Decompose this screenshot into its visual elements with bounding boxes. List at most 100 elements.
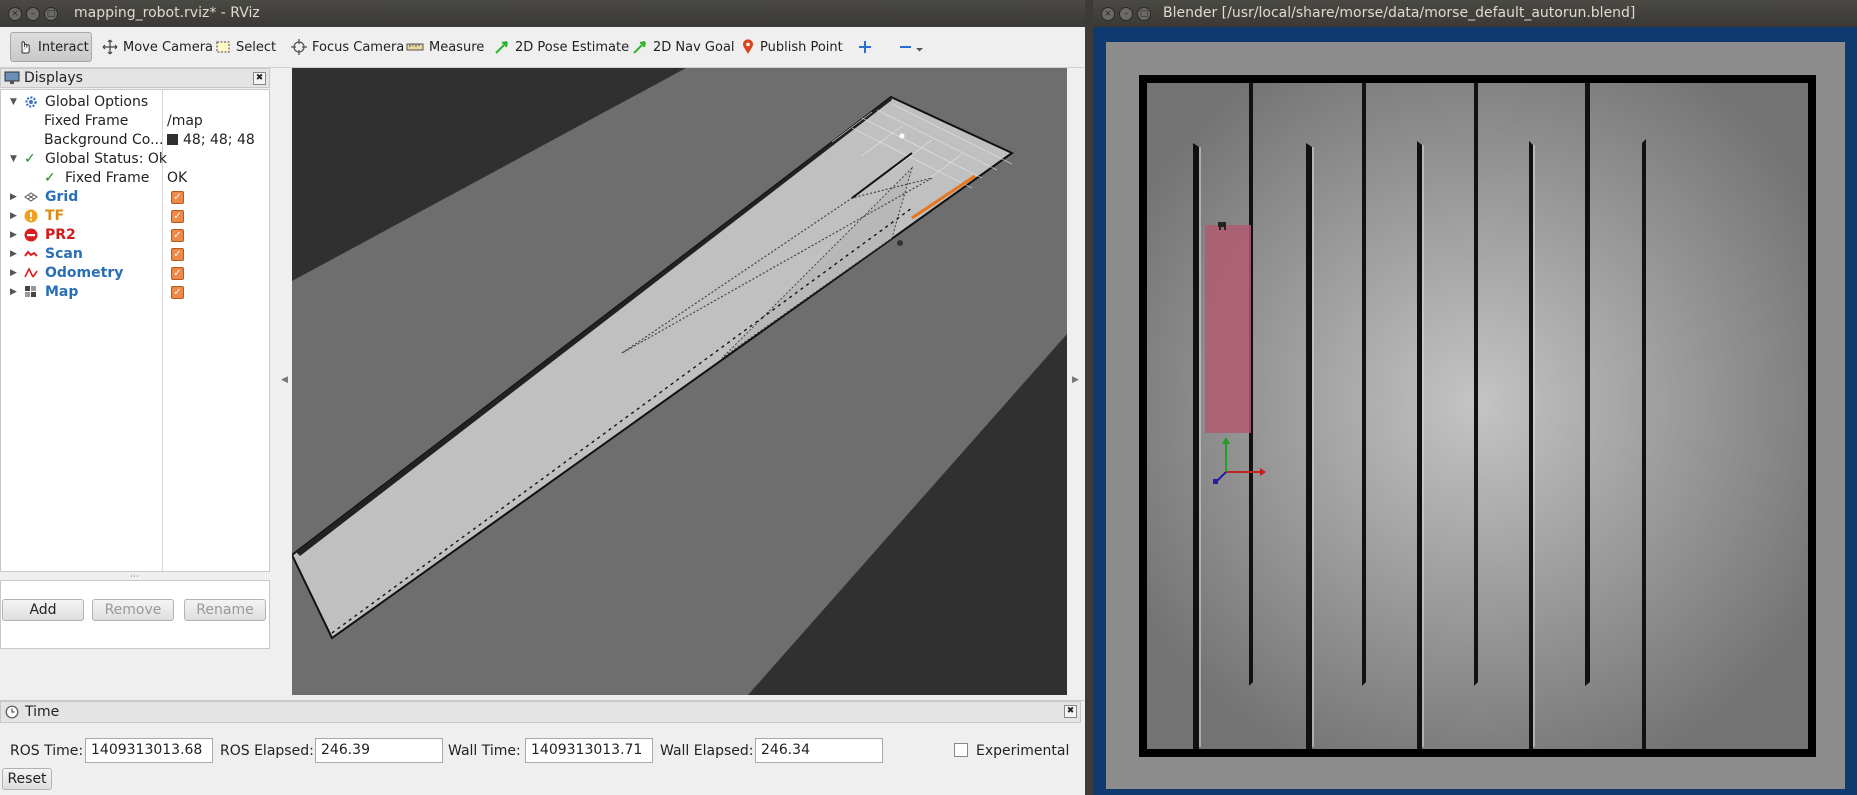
- panel-close-icon[interactable]: ✖: [253, 72, 266, 85]
- blender-window: × – □ Blender [/usr/local/share/morse/da…: [1093, 0, 1857, 795]
- expand-arrow-icon[interactable]: ▼: [10, 150, 17, 169]
- selection-box-icon: [216, 41, 230, 53]
- crosshair-icon: [291, 39, 307, 55]
- display-label-map: Map: [45, 284, 79, 300]
- tree-row-global-options[interactable]: ▼ Global Options: [1, 93, 269, 112]
- fixed-frame-value[interactable]: /map: [167, 112, 203, 131]
- blender-titlebar: × – □ Blender [/usr/local/share/morse/da…: [1093, 0, 1857, 27]
- pose-marker: [899, 133, 905, 139]
- 3d-render-view[interactable]: [292, 68, 1067, 695]
- tree-row-background-color[interactable]: Background Co... 48; 48; 48: [1, 131, 269, 150]
- color-swatch: [167, 134, 178, 145]
- collapse-arrow-icon[interactable]: ▶: [10, 264, 17, 283]
- tree-row-global-status[interactable]: ▼ ✓ Global Status: Ok: [1, 150, 269, 169]
- tree-row-tf[interactable]: ▶ TF ✓: [1, 207, 269, 226]
- time-panel-title: Time: [25, 704, 60, 720]
- panel-close-icon[interactable]: ✖: [1064, 705, 1077, 718]
- checkmark-icon: ✓: [24, 151, 36, 167]
- experimental-checkbox[interactable]: [954, 743, 968, 757]
- focus-camera-tool-button[interactable]: Focus Camera: [285, 32, 410, 62]
- display-checkbox-odometry[interactable]: ✓: [171, 267, 184, 280]
- move-camera-tool-button[interactable]: Move Camera: [96, 32, 219, 62]
- reset-button[interactable]: Reset: [2, 768, 52, 790]
- 2d-pose-estimate-tool-button[interactable]: 2D Pose Estimate: [488, 32, 635, 62]
- display-checkbox-pr2[interactable]: ✓: [171, 229, 184, 242]
- add-tool-button[interactable]: [852, 32, 878, 62]
- time-panel-header: Time ✖: [0, 701, 1081, 723]
- 2d-nav-goal-tool-button[interactable]: 2D Nav Goal: [626, 32, 741, 62]
- tree-row-fixed-frame[interactable]: Fixed Frame /map: [1, 112, 269, 131]
- maximize-icon[interactable]: □: [44, 7, 58, 21]
- display-checkbox-map[interactable]: ✓: [171, 286, 184, 299]
- remove-tool-dropdown[interactable]: [893, 32, 931, 62]
- collapse-arrow-icon[interactable]: ▶: [10, 283, 17, 302]
- measure-label: Measure: [429, 39, 485, 55]
- background-color-value[interactable]: 48; 48; 48: [167, 131, 255, 150]
- map-render: [292, 68, 1067, 695]
- display-checkbox-tf[interactable]: ✓: [171, 210, 184, 223]
- tree-row-scan[interactable]: ▶ Scan ✓: [1, 245, 269, 264]
- grid-icon: [24, 192, 38, 202]
- move-camera-label: Move Camera: [123, 39, 214, 55]
- select-tool-button[interactable]: Select: [209, 32, 282, 62]
- collapse-arrow-icon[interactable]: ▶: [10, 245, 17, 264]
- displays-panel: Displays ✖ ▼ Global Options Fixed Frame …: [0, 68, 270, 658]
- tree-row-grid[interactable]: ▶ Grid ✓: [1, 188, 269, 207]
- warning-icon: [24, 209, 38, 223]
- add-display-button[interactable]: Add: [2, 599, 84, 621]
- tree-row-status-fixed-frame[interactable]: ✓ Fixed Frame OK: [1, 169, 269, 188]
- status-fixed-frame-label: Fixed Frame: [65, 170, 150, 186]
- publish-point-label: Publish Point: [760, 39, 843, 55]
- collapse-arrow-icon[interactable]: ▶: [10, 226, 17, 245]
- global-status-label: Global Status: Ok: [45, 151, 168, 167]
- time-panel: Time ✖ ROS Time: 1409313013.68 ROS Elaps…: [0, 700, 1085, 795]
- background-color-text: 48; 48; 48: [183, 132, 255, 148]
- maze-scene: [1106, 42, 1845, 789]
- green-arrow-icon: [633, 41, 646, 54]
- fixed-frame-label: Fixed Frame: [44, 113, 129, 129]
- display-label-grid: Grid: [45, 189, 79, 205]
- tree-row-odometry[interactable]: ▶ Odometry ✓: [1, 264, 269, 283]
- display-label-scan: Scan: [45, 246, 83, 262]
- plus-icon: [859, 41, 871, 53]
- minimize-icon[interactable]: –: [26, 7, 40, 21]
- checkmark-icon: ✓: [44, 170, 56, 186]
- wall-elapsed-label: Wall Elapsed:: [660, 743, 754, 759]
- display-checkbox-grid[interactable]: ✓: [171, 191, 184, 204]
- ros-time-field[interactable]: 1409313013.68: [85, 738, 213, 763]
- minimize-icon[interactable]: –: [1119, 7, 1133, 21]
- ros-elapsed-field[interactable]: 246.39: [315, 738, 443, 763]
- tree-row-pr2[interactable]: ▶ PR2 ✓: [1, 226, 269, 245]
- odometry-icon: [24, 267, 38, 278]
- robot-selection-area: [1205, 225, 1251, 433]
- measure-tool-button[interactable]: Measure: [400, 32, 490, 62]
- wall-elapsed-field[interactable]: 246.34: [755, 738, 883, 763]
- displays-panel-header: Displays ✖: [0, 68, 270, 88]
- tree-row-map[interactable]: ▶ Map ✓: [1, 283, 269, 302]
- window-title: mapping_robot.rviz* - RViz: [74, 5, 260, 21]
- left-splitter-arrow-icon[interactable]: ◀: [281, 375, 288, 385]
- error-icon: [24, 228, 38, 242]
- collapse-arrow-icon[interactable]: ▶: [10, 188, 17, 207]
- close-icon[interactable]: ×: [1101, 7, 1115, 21]
- collapse-arrow-icon[interactable]: ▶: [10, 207, 17, 226]
- expand-arrow-icon[interactable]: ▼: [10, 93, 17, 112]
- rename-display-button[interactable]: Rename: [184, 599, 266, 621]
- map-pin-icon: [743, 39, 753, 54]
- remove-display-button[interactable]: Remove: [92, 599, 174, 621]
- display-label-pr2: PR2: [45, 227, 76, 243]
- publish-point-tool-button[interactable]: Publish Point: [735, 32, 849, 62]
- blender-3d-viewport[interactable]: [1106, 42, 1845, 789]
- green-arrow-icon: [495, 41, 508, 54]
- displays-title: Displays: [24, 70, 83, 86]
- display-checkbox-scan[interactable]: ✓: [171, 248, 184, 261]
- interact-tool-button[interactable]: Interact: [10, 32, 92, 62]
- focus-camera-label: Focus Camera: [312, 39, 405, 55]
- clock-icon: [5, 705, 19, 719]
- robot-marker: [897, 240, 903, 246]
- right-splitter-arrow-icon[interactable]: ▶: [1072, 375, 1079, 385]
- display-label-tf: TF: [45, 208, 65, 224]
- close-icon[interactable]: ×: [8, 7, 22, 21]
- wall-time-field[interactable]: 1409313013.71: [525, 738, 653, 763]
- maximize-icon[interactable]: □: [1137, 7, 1151, 21]
